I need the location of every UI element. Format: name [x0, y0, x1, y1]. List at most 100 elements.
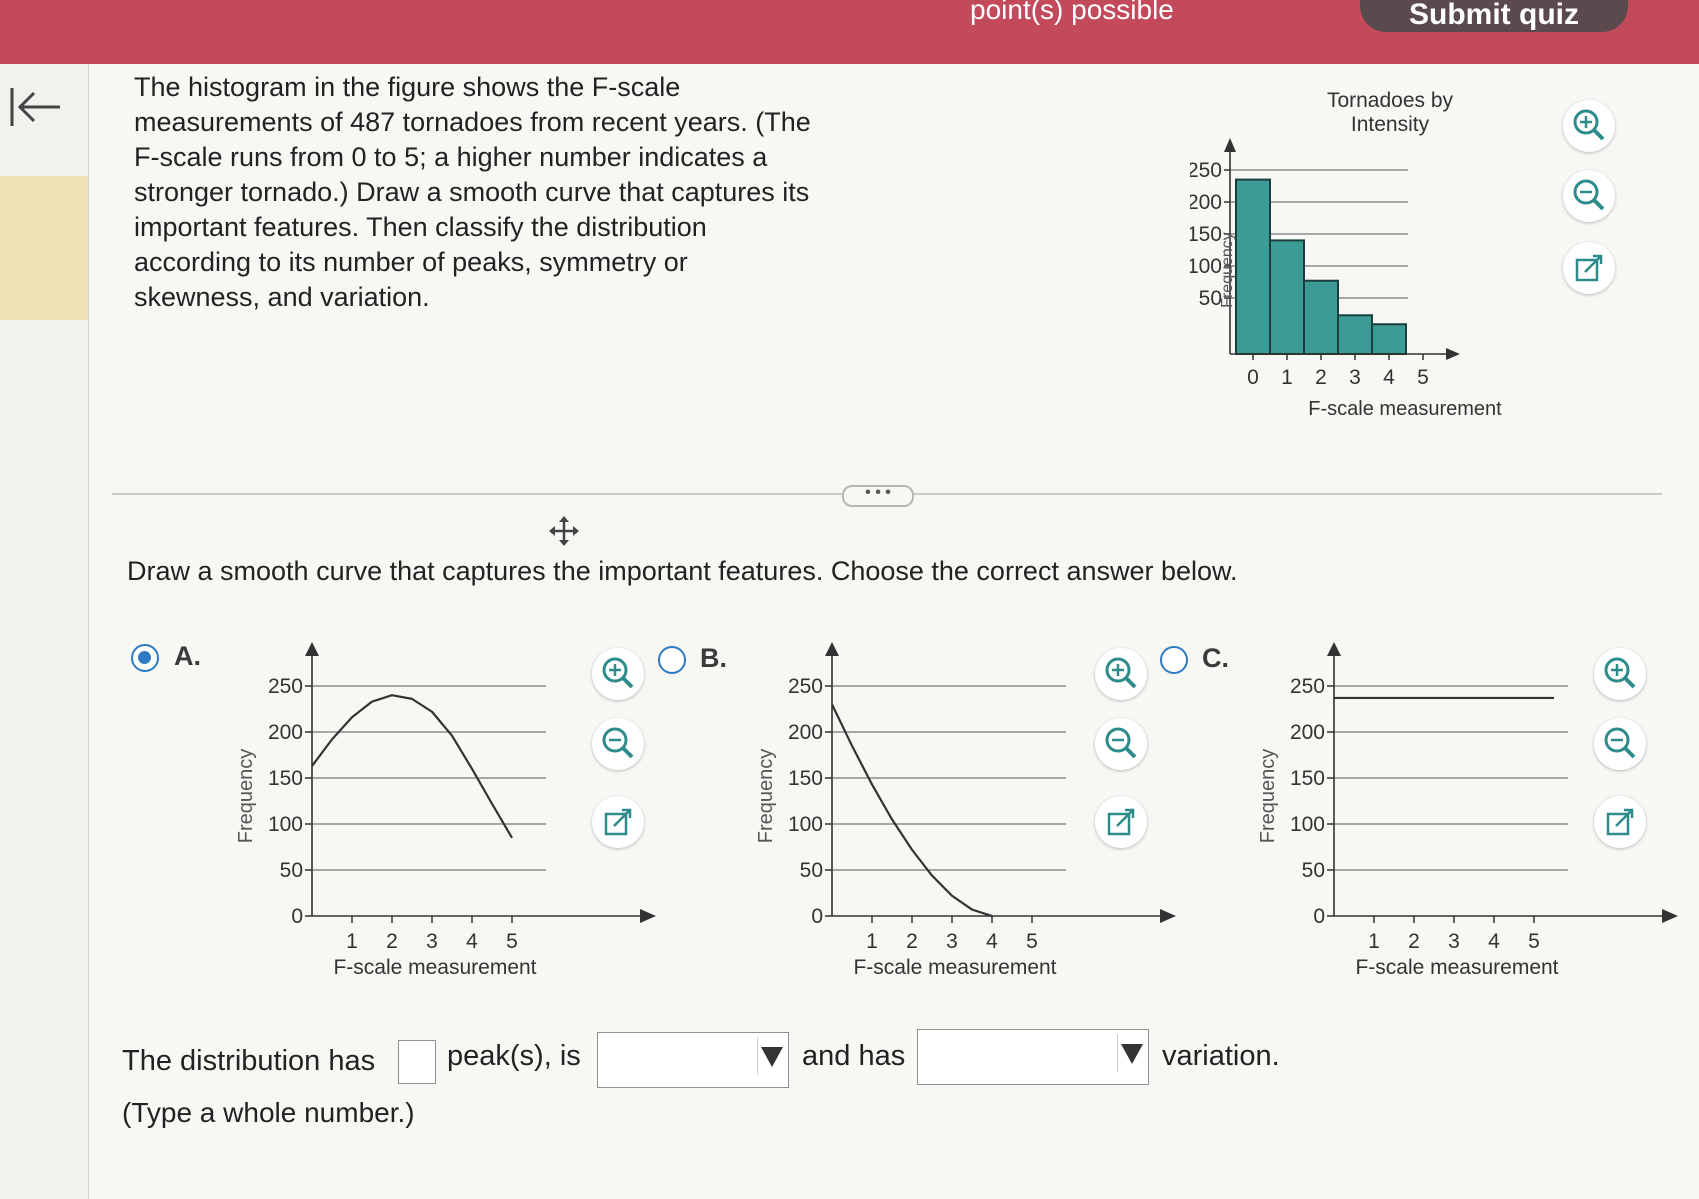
x-tick-label: 4: [1488, 930, 1500, 953]
histogram-bar: [1371, 323, 1407, 356]
variation-dropdown[interactable]: [917, 1029, 1149, 1085]
x-tick-label: 2: [386, 930, 398, 953]
x-axis-arrow: [1446, 348, 1460, 360]
y-tick-label: 0: [1313, 905, 1325, 928]
option-c-label: C.: [1202, 643, 1229, 673]
option-a-zoom-out-button[interactable]: [592, 718, 644, 770]
x-tick-label: 4: [466, 930, 478, 953]
move-icon[interactable]: [548, 515, 580, 547]
x-tick-label: 1: [1281, 366, 1293, 389]
submit-quiz-button[interactable]: Submit quiz: [1360, 0, 1628, 32]
histogram-title-line: Intensity: [1351, 113, 1430, 136]
dropdown-arrow-icon: [761, 1047, 783, 1067]
x-tick-label: 3: [946, 930, 958, 953]
y-axis-label: Frequency: [1257, 749, 1279, 844]
x-axis-label: F-scale measurement: [1308, 398, 1502, 420]
y-tick-label: 150: [1190, 223, 1222, 246]
answer-text-1: The distribution has: [122, 1045, 376, 1077]
y-axis-arrow: [305, 642, 319, 656]
collapse-back-icon[interactable]: [8, 84, 64, 130]
popout-button[interactable]: [1563, 242, 1615, 294]
zoom-in-icon: [1573, 109, 1605, 141]
y-tick-label: 200: [268, 721, 303, 744]
y-tick-label: 0: [811, 905, 823, 928]
expand-more-button[interactable]: • • •: [842, 485, 914, 507]
answer-text-3: and has: [802, 1040, 906, 1072]
histogram-tornadoes-by-intensity: Tornadoes byIntensity501001502002500 1 2 3 4…: [1190, 90, 1502, 420]
y-tick-label: 200: [1290, 721, 1325, 744]
y-tick-label: 200: [788, 721, 823, 744]
x-tick-label: 4: [986, 930, 998, 953]
x-tick-label: 2: [1315, 366, 1327, 389]
option-a-radio[interactable]: [131, 644, 159, 672]
option-b-popout-button[interactable]: [1095, 796, 1147, 848]
zoom-in-icon: [1604, 657, 1636, 689]
y-axis-arrow: [825, 642, 839, 656]
x-axis-label: F-scale measurement: [853, 956, 1056, 979]
points-possible-text: point(s) possible: [970, 0, 1174, 25]
x-tick-label: 1: [346, 930, 358, 953]
x-tick-label: 3: [1448, 930, 1460, 953]
zoom-in-icon: [1105, 657, 1137, 689]
x-tick-label: 1: [866, 930, 878, 953]
y-axis-arrow: [1224, 138, 1236, 152]
curve-line: [311, 694, 513, 839]
x-axis-arrow: [1662, 909, 1678, 923]
y-tick-label: 150: [268, 767, 303, 790]
option-c-radio[interactable]: [1160, 646, 1188, 674]
y-axis-arrow: [1327, 642, 1341, 656]
question-text: The histogram in the figure shows the F-…: [134, 72, 811, 312]
option-b-zoom-out-button[interactable]: [1095, 718, 1147, 770]
option-b-label: B.: [700, 643, 727, 673]
left-sidebar: [0, 64, 89, 1199]
y-tick-label: 100: [788, 813, 823, 836]
top-bar: point(s) possible Submit quiz: [0, 0, 1699, 64]
curve-line: [831, 703, 993, 918]
option-c-popout-button[interactable]: [1594, 796, 1646, 848]
external-link-icon: [1606, 808, 1634, 836]
answer-text-4: variation.: [1162, 1040, 1280, 1072]
x-tick-label: 1: [1368, 930, 1380, 953]
y-tick-label: 250: [1290, 675, 1325, 698]
y-tick-label: 100: [268, 813, 303, 836]
histogram-bar: [1337, 314, 1373, 355]
y-axis-label: Frequency: [1219, 232, 1236, 308]
external-link-icon: [1575, 254, 1603, 282]
zoom-out-button[interactable]: [1563, 170, 1615, 222]
zoom-out-icon: [1604, 727, 1636, 759]
x-tick-label: 3: [426, 930, 438, 953]
symmetry-dropdown[interactable]: [597, 1032, 789, 1088]
answer-text-2: peak(s), is: [447, 1040, 581, 1072]
zoom-out-icon: [1105, 727, 1137, 759]
x-tick-label: 5: [1528, 930, 1540, 953]
peaks-input[interactable]: [398, 1040, 436, 1084]
x-axis-label: F-scale measurement: [333, 956, 536, 979]
y-tick-label: 200: [1190, 191, 1222, 214]
zoom-in-button[interactable]: [1563, 100, 1615, 152]
x-axis-arrow: [640, 909, 656, 923]
y-tick-label: 0: [291, 905, 303, 928]
option-c-zoom-out-button[interactable]: [1594, 718, 1646, 770]
option-a-popout-button[interactable]: [592, 796, 644, 848]
external-link-icon: [604, 808, 632, 836]
zoom-in-icon: [602, 657, 634, 689]
y-tick-label: 250: [788, 675, 823, 698]
x-axis-arrow: [1160, 909, 1176, 923]
y-axis-label: Frequency: [235, 749, 257, 844]
option-b-zoom-in-button[interactable]: [1095, 648, 1147, 700]
option-b-radio[interactable]: [658, 646, 686, 674]
x-tick-label: 0: [1247, 366, 1259, 389]
x-tick-label: 2: [906, 930, 918, 953]
y-tick-label: 150: [788, 767, 823, 790]
x-tick-label: 5: [506, 930, 518, 953]
zoom-out-icon: [602, 727, 634, 759]
option-a-zoom-in-button[interactable]: [592, 648, 644, 700]
option-a-label: A.: [174, 641, 201, 671]
y-tick-label: 250: [268, 675, 303, 698]
y-tick-label: 100: [1190, 255, 1222, 278]
option-c-zoom-in-button[interactable]: [1594, 648, 1646, 700]
histogram-bar: [1303, 279, 1339, 355]
x-tick-label: 3: [1349, 366, 1361, 389]
zoom-out-icon: [1573, 179, 1605, 211]
y-tick-label: 250: [1190, 159, 1222, 182]
